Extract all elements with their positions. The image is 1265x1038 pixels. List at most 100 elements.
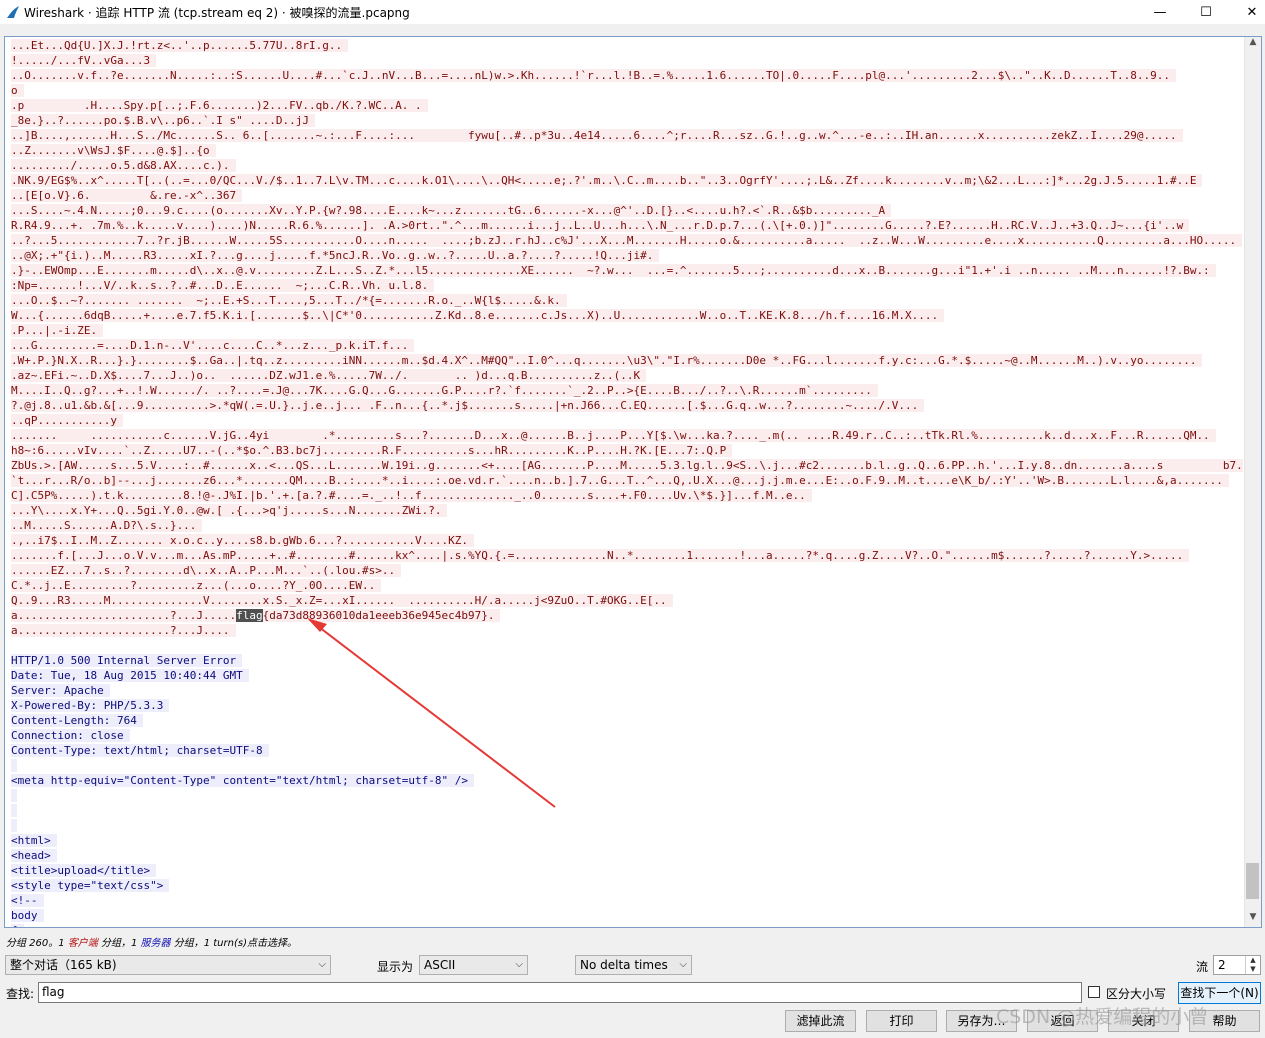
server-line xyxy=(11,758,1243,773)
minimize-icon: — xyxy=(1153,4,1167,20)
client-line: R.R4.9...+. .7m.%..k.....v....)....)N...… xyxy=(11,218,1243,233)
client-line: :Np=......!...V/..k..s..?..#...D..E.....… xyxy=(11,278,1243,293)
client-line: C].C5P%.....).t.k.........8.!@-.J%I.|b.'… xyxy=(11,488,1243,503)
server-line: Content-Type: text/html; charset=UTF-8 xyxy=(11,743,1243,758)
client-line: .,..i7$..I..M..Z....... x.o.c..y....s8.b… xyxy=(11,533,1243,548)
client-line: h8~:6.....vIv....`..Z.....U7..-(..*$o.^.… xyxy=(11,443,1243,458)
client-line: W...{......6dqB.....+....e.7.f5.K.i.[...… xyxy=(11,308,1243,323)
server-line: <head> xyxy=(11,848,1243,863)
server-line: <meta http-equiv="Content-Type" content=… xyxy=(11,773,1243,788)
client-line: ..@X;.+"{i.)..M.....R3.....xI.?...g....j… xyxy=(11,248,1243,263)
stream-status: 分组 260。1 客户端 分组，1 服务器 分组，1 turn(s)点击选择。 xyxy=(6,938,297,949)
find-input[interactable]: flag xyxy=(38,982,1082,1003)
stream-content-area[interactable]: ...Et...Qd{U.]X.J.!rt.z<..'..p......5.77… xyxy=(4,36,1262,928)
chevron-down-icon: ⌵ xyxy=(515,959,523,970)
spin-up-icon[interactable]: ▲ xyxy=(1245,956,1260,965)
client-line: ...Y\....x.Y+...Q..5gi.Y.0..@w.[ .{...>q… xyxy=(11,503,1243,518)
minimize-button[interactable]: — xyxy=(1137,0,1183,24)
client-line: M....I..Q..g?...+..!.W....../. ..?....=.… xyxy=(11,383,1243,398)
client-line: ..[E[o.V}.6. &.re.-x^..367 xyxy=(11,188,1243,203)
client-line: _8e.}..?......po.$.B.v\..p6..`.I s" ....… xyxy=(11,113,1243,128)
server-line: X-Powered-By: PHP/5.3.3 xyxy=(11,698,1243,713)
client-line: ZbUs.>.[AW.....s...5.V....:..#......x..<… xyxy=(11,458,1243,473)
flag-value: {da73d88936010da1eeeb36e945ec4b97}. xyxy=(262,609,495,622)
find-next-button[interactable]: 查找下一个(N) xyxy=(1178,982,1261,1004)
server-line: Connection: close xyxy=(11,728,1243,743)
window-title: Wireshark · 追踪 HTTP 流 (tcp.stream eq 2) … xyxy=(24,6,410,20)
client-line: ..]B....,......H...S../Mc......S.. 6..[.… xyxy=(11,128,1243,143)
client-line: ......EZ...7..s..?........d\..x..A..P...… xyxy=(11,563,1243,578)
client-line: Q..9...R3.....M..............V........x.… xyxy=(11,593,1243,608)
client-line: ...G.........=....D.1.n-..V'....c....C..… xyxy=(11,338,1243,353)
stream-number-spinner[interactable]: 2 ▲ ▼ xyxy=(1213,955,1261,975)
stream-label: 流 xyxy=(1196,960,1209,974)
scrollbar-thumb[interactable] xyxy=(1246,863,1259,899)
client-line: ...Et...Qd{U.]X.J.!rt.z<..'..p......5.77… xyxy=(11,38,1243,53)
close-icon: ✕ xyxy=(1246,4,1258,20)
csdn-watermark: CSDN @热爱编程的小曾 xyxy=(996,1006,1209,1028)
client-line: ...S....~.4.N.....;0...9.c....(o.......X… xyxy=(11,203,1243,218)
server-label: 服务器 xyxy=(140,938,171,949)
wireshark-fin-icon xyxy=(7,6,19,18)
filter-out-button[interactable]: 滤掉此流 xyxy=(785,1010,856,1032)
client-line: ..O.......v.f..?e.......N.....:..:S.....… xyxy=(11,68,1243,83)
client-line: .p .H....Spy.p[..;.F.6.......)2...FV..qb… xyxy=(11,98,1243,113)
server-line: Server: Apache xyxy=(11,683,1243,698)
server-line: <title>upload</title> xyxy=(11,863,1243,878)
flag-line: a.......................?...J.....flag{d… xyxy=(11,608,1243,623)
client-line: .NK.9/EG$%..x^.....T[..(..=...0/QC...V./… xyxy=(11,173,1243,188)
client-line: .P...|.-i.ZE. xyxy=(11,323,1243,338)
server-line xyxy=(11,818,1243,833)
show-as-label: 显示为 xyxy=(377,960,414,974)
client-line: ........./.....o.5.d&8.AX....c.). xyxy=(11,158,1243,173)
chevron-down-icon: ⌵ xyxy=(318,959,326,970)
client-line: .az~.EFi.~..D.X$....7...J..)o.. ......DZ… xyxy=(11,368,1243,383)
client-line: .W+.P.}N.X..R...}.}........$..Ga..|.tq..… xyxy=(11,353,1243,368)
title-bar: Wireshark · 追踪 HTTP 流 (tcp.stream eq 2) … xyxy=(0,0,1265,24)
case-sensitive-checkbox[interactable] xyxy=(1088,986,1100,998)
show-as-select[interactable]: ASCII ⌵ xyxy=(419,955,528,975)
client-line: o xyxy=(11,83,1243,98)
maximize-icon: ☐ xyxy=(1200,4,1212,20)
stream-text[interactable]: ...Et...Qd{U.]X.J.!rt.z<..'..p......5.77… xyxy=(11,38,1243,927)
server-line: body xyxy=(11,908,1243,923)
client-line: ..?...5............7..?r.jB......W.....5… xyxy=(11,233,1243,248)
client-line: .}-..EWOmp...E.......m.....d\..x..@.v...… xyxy=(11,263,1243,278)
delta-times-select[interactable]: No delta times ⌵ xyxy=(575,955,692,975)
close-window-button[interactable]: ✕ xyxy=(1229,0,1265,24)
client-line: ..Z.......v\WsJ.$F....@.$]..{o xyxy=(11,143,1243,158)
client-line: ?.@j.8..u1.&b.&[...9..........>.*qW(.=.U… xyxy=(11,398,1243,413)
vertical-scrollbar[interactable]: ▲ ▼ xyxy=(1244,37,1261,927)
scroll-up-icon[interactable]: ▲ xyxy=(1245,37,1261,52)
server-data-block: HTTP/1.0 500 Internal Server Error Date: … xyxy=(11,653,1243,927)
client-line: ..M.....S......A.D?\.s..}... xyxy=(11,518,1243,533)
chevron-down-icon: ⌵ xyxy=(679,959,687,970)
case-sensitive-label: 区分大小写 xyxy=(1106,987,1167,1001)
server-line: <!-- xyxy=(11,893,1243,908)
client-line: .......f.[...J...o.V.v...m...As.mP.....+… xyxy=(11,548,1243,563)
conversation-select[interactable]: 整个对话（165 kB) ⌵ xyxy=(5,955,331,975)
spin-down-icon[interactable]: ▼ xyxy=(1245,965,1260,974)
server-line: Date: Tue, 18 Aug 2015 10:40:44 GMT xyxy=(11,668,1243,683)
search-match-highlight: flag xyxy=(236,609,263,622)
server-line: { xyxy=(11,923,1243,927)
client-line: C.*..j..E.........?.........z...(...o...… xyxy=(11,578,1243,593)
server-line: <style type="text/css"> xyxy=(11,878,1243,893)
client-label: 客户端 xyxy=(67,938,98,949)
server-line xyxy=(11,788,1243,803)
server-line: HTTP/1.0 500 Internal Server Error xyxy=(11,653,1243,668)
flag-line-prefix: a.......................?...J..... xyxy=(11,609,237,622)
client-line: !...../...fV..vGa...3 xyxy=(11,53,1243,68)
find-label: 查找: xyxy=(6,987,35,1001)
server-line: <html> xyxy=(11,833,1243,848)
server-line: Content-Length: 764 xyxy=(11,713,1243,728)
server-line xyxy=(11,803,1243,818)
print-button[interactable]: 打印 xyxy=(866,1010,937,1032)
boundary-line: a.......................?...J.... xyxy=(11,623,1243,638)
scroll-down-icon[interactable]: ▼ xyxy=(1245,912,1261,927)
maximize-button[interactable]: ☐ xyxy=(1183,0,1229,24)
client-line: ...O..$..~?....... ....... ~;..E.+S...T.… xyxy=(11,293,1243,308)
client-line: ....... ...........c......V.jG..4yi .*..… xyxy=(11,428,1243,443)
client-line: ..qP...........y xyxy=(11,413,1243,428)
